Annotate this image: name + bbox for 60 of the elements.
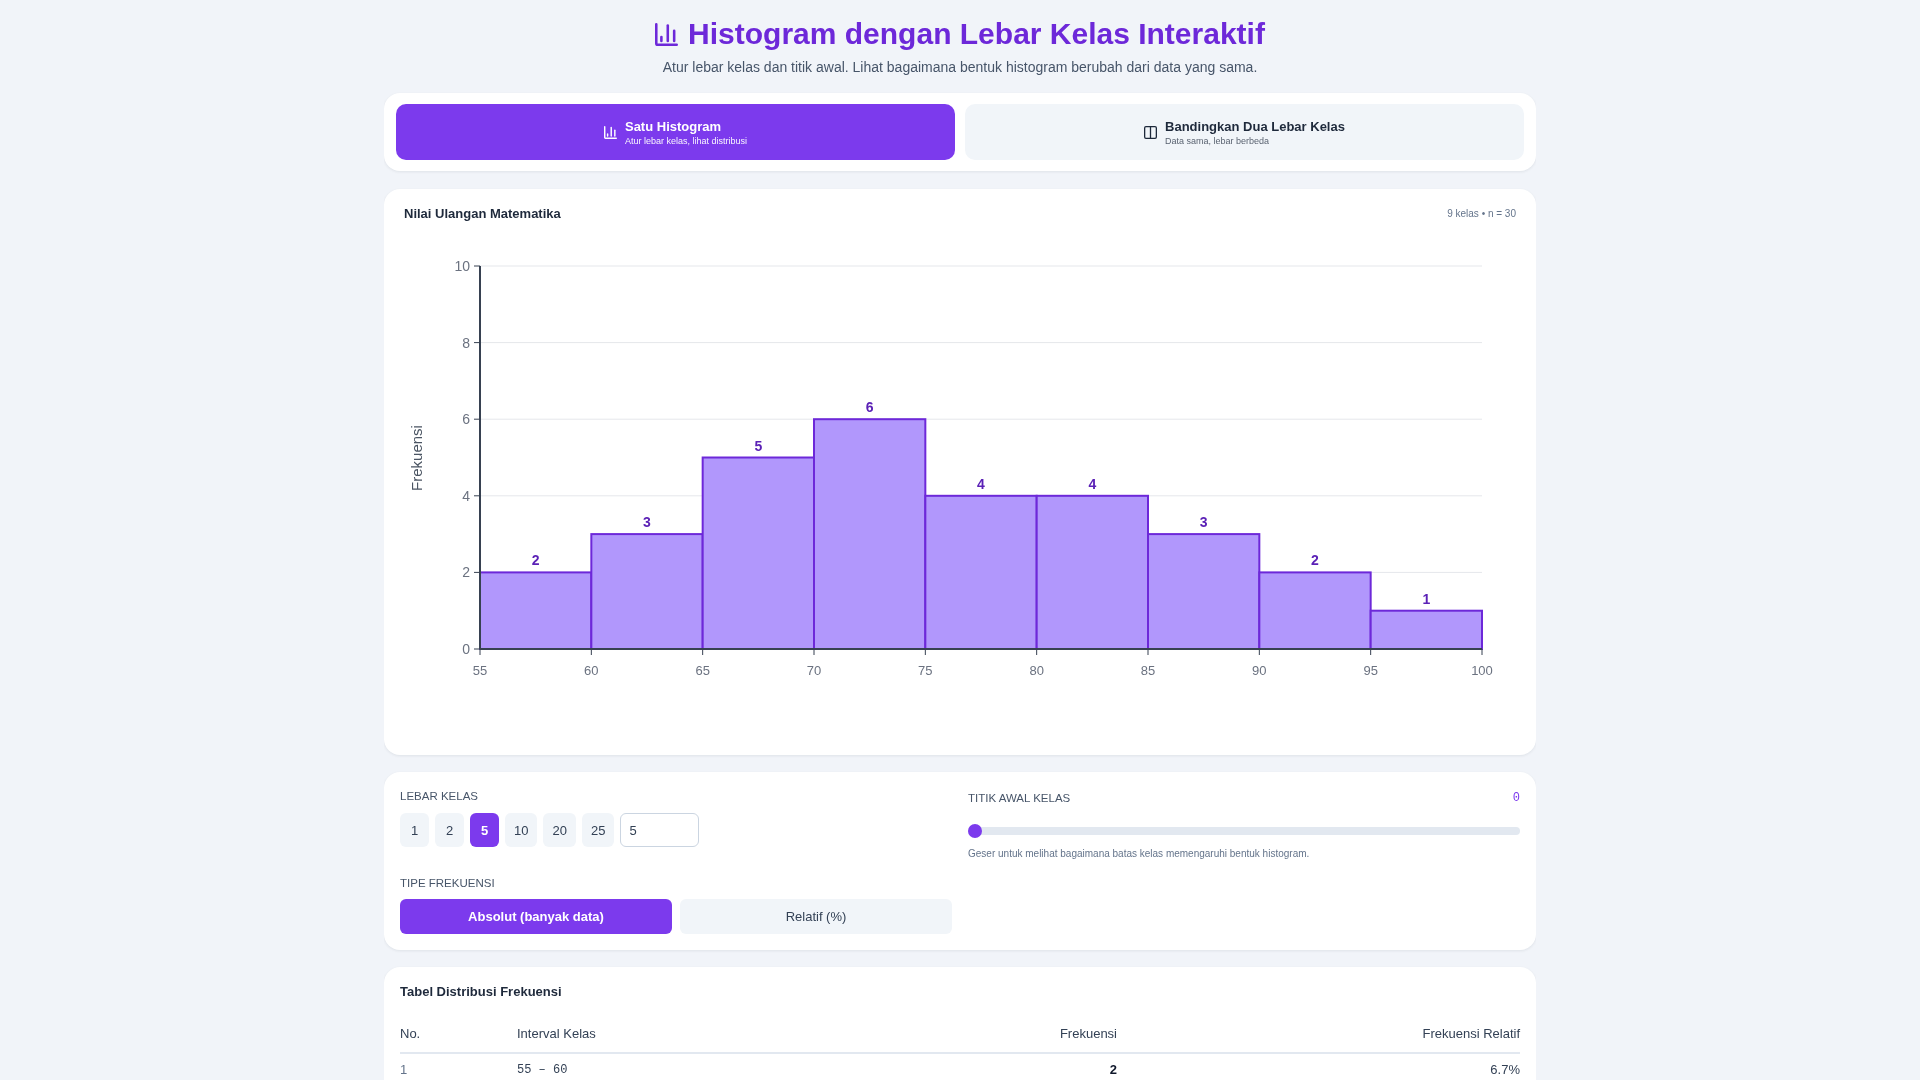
class-width-option[interactable]: 20 — [543, 813, 576, 847]
chart-summary: 9 kelas • n = 30 — [1447, 207, 1516, 219]
axis-tick-label: 95 — [1363, 663, 1378, 678]
column-header: Frekuensi — [900, 1015, 1117, 1053]
page-title: Histogram dengan Lebar Kelas Interaktif — [688, 16, 1265, 52]
columns-icon — [1144, 125, 1158, 139]
table-cell: 2 — [900, 1053, 1117, 1080]
tab[interactable]: Satu Histogram Atur lebar kelas, lihat distribusi — [396, 104, 955, 160]
table-cell: 55 – 60 — [517, 1053, 900, 1080]
axis-tick-label: 0 — [462, 641, 470, 657]
axis-tick-label: 60 — [584, 663, 599, 678]
slider-track[interactable] — [968, 827, 1520, 835]
axis-tick-label: 65 — [695, 663, 710, 678]
table-title: Tabel Distribusi Frekuensi — [400, 983, 563, 1001]
column-header: No. — [400, 1015, 517, 1053]
chart-title: Nilai Ulangan Matematika — [404, 205, 561, 221]
column-header: Frekuensi Relatif — [1117, 1015, 1520, 1053]
axis-tick-label: 100 — [1471, 663, 1493, 678]
column-header: Interval Kelas — [517, 1015, 900, 1053]
class-width-option[interactable]: 25 — [581, 813, 615, 847]
tab[interactable]: Bandingkan Dua Lebar Kelas Data sama, lebar berbeda — [965, 104, 1524, 160]
bar-value-label: 2 — [531, 552, 540, 569]
bar-value-label: 2 — [1311, 552, 1319, 569]
axis-tick-label: 6 — [462, 411, 470, 428]
table-cell: 1 — [400, 1053, 517, 1080]
bar-chart-icon — [603, 125, 617, 139]
bar-value-label: 6 — [865, 399, 874, 416]
section-label: LEBAR KELAS — [400, 789, 478, 804]
axis-tick-label: 90 — [1252, 663, 1267, 678]
class-width-input[interactable]: 5 — [620, 813, 700, 847]
slider-hint: Geser untuk melihat bagaimana batas kelas memengaruhi bentuk histogram. — [968, 847, 1311, 860]
slider-thumb[interactable] — [968, 824, 982, 838]
class-width-option[interactable]: 5 — [470, 813, 499, 847]
section-label: TITIK AWAL KELAS — [968, 791, 1071, 806]
axis-tick-label: 2 — [462, 564, 470, 581]
axis-tick-label: 55 — [472, 663, 488, 678]
axis-tick-label: 75 — [918, 663, 933, 678]
axis-tick-label: 8 — [462, 334, 470, 351]
axis-title: Frekuensi — [408, 425, 425, 491]
slider-value: 0 — [1512, 791, 1520, 805]
axis-tick-label: 85 — [1140, 663, 1156, 678]
bar-value-label: 1 — [1422, 590, 1431, 607]
bar-value-label: 3 — [643, 514, 651, 531]
axis-tick-label: 80 — [1029, 663, 1044, 678]
table-cell: 6.7% — [1117, 1053, 1520, 1080]
axis-tick-label: 70 — [806, 663, 822, 678]
section-label: TIPE FREKUENSI — [400, 876, 495, 891]
bar-value-label: 3 — [1199, 514, 1208, 531]
frequency-type-button[interactable]: Relatif (%) — [680, 899, 952, 934]
bar-value-label: 4 — [977, 475, 985, 492]
page-subtitle: Atur lebar kelas dan titik awal. Lihat bagaimana bentuk histogram berubah dari data yang sama. — [662, 58, 1258, 76]
class-width-option[interactable]: 1 — [400, 813, 429, 847]
bar-chart-icon — [655, 22, 679, 46]
bar-value-label: 4 — [1088, 475, 1097, 492]
axis-tick-label: 10 — [454, 258, 470, 274]
class-width-option[interactable]: 10 — [505, 813, 538, 847]
axis-tick-label: 4 — [462, 487, 470, 504]
bar-value-label: 5 — [754, 437, 763, 454]
class-width-option[interactable]: 2 — [435, 813, 464, 847]
frequency-type-button[interactable]: Absolut (banyak data) — [400, 899, 672, 934]
